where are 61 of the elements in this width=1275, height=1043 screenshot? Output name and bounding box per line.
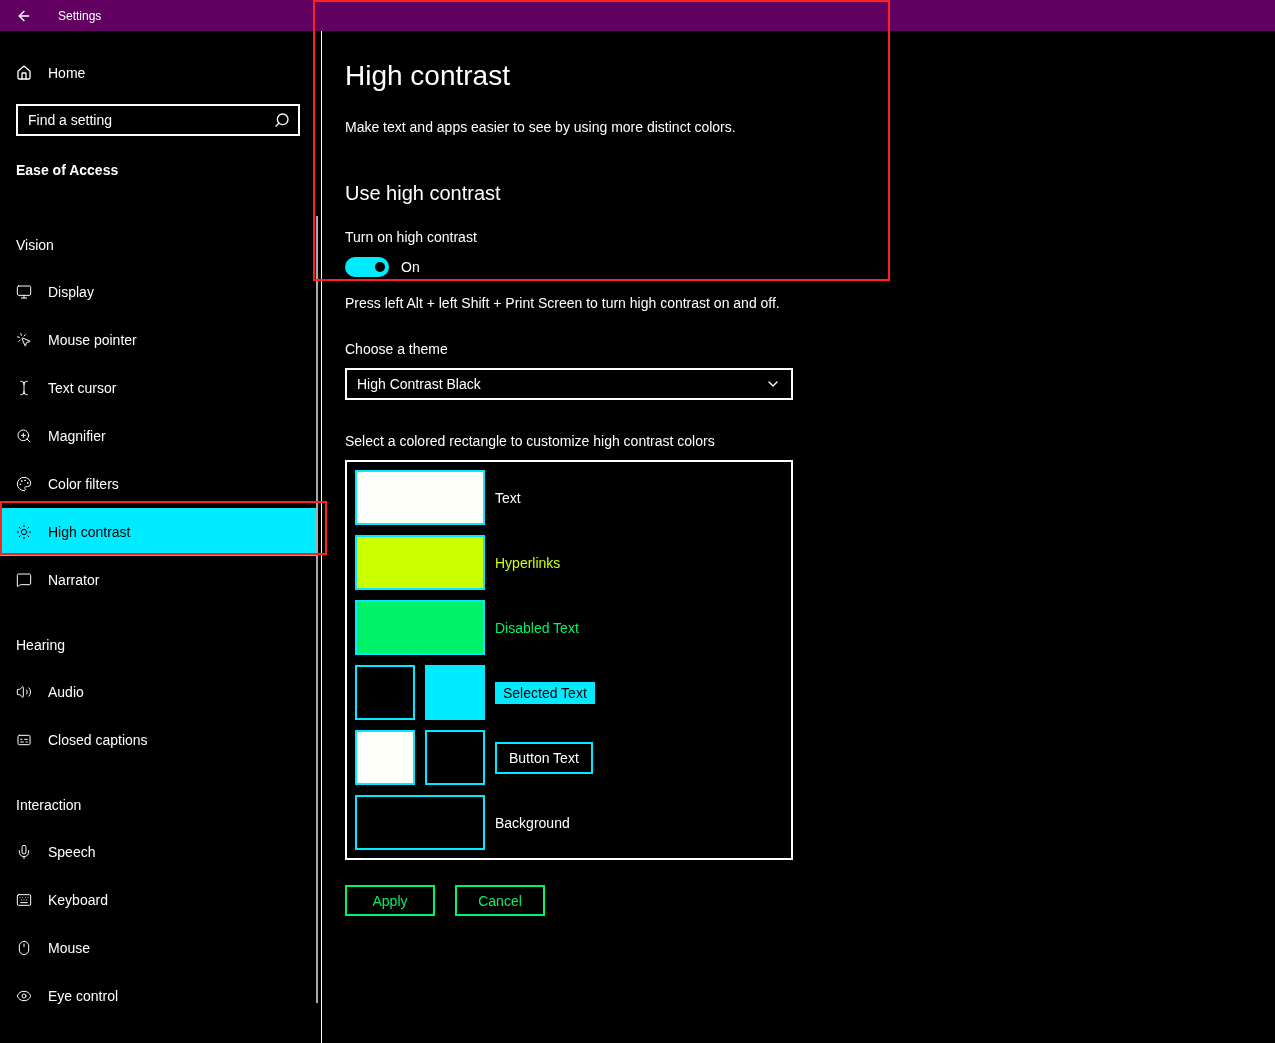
color-label: Text (495, 488, 521, 508)
category-title: Ease of Access (16, 161, 120, 180)
button-text-sample: Button Text (495, 741, 593, 774)
scrollbar[interactable] (316, 216, 318, 1003)
group-heading: Hearing (15, 636, 67, 655)
nav-item[interactable]: Closed captions (0, 716, 316, 764)
color-label: Hyperlinks (495, 553, 561, 573)
color-label: Disabled Text (495, 618, 579, 638)
search-field[interactable]: Find a setting (16, 104, 300, 136)
color-swatch[interactable] (425, 730, 485, 785)
toggle-switch[interactable] (345, 257, 389, 277)
microphone-icon (16, 844, 32, 860)
nav-item[interactable]: Mouse (0, 924, 316, 972)
home-icon (16, 65, 32, 81)
speech-bubble-icon (16, 572, 32, 588)
toggle-state: On (401, 258, 420, 277)
window-title: Settings (58, 7, 102, 24)
toggle-label: Turn on high contrast (345, 228, 478, 247)
page-description: Make text and apps easier to see by using more distinct colors. (345, 118, 737, 137)
page-title: High contrast (345, 59, 511, 93)
nav-item[interactable]: Display (0, 268, 316, 316)
group-heading: Interaction (15, 796, 83, 815)
eye-icon (16, 988, 32, 1004)
color-swatch[interactable] (355, 730, 415, 785)
section-title: Use high contrast (345, 181, 502, 206)
speaker-icon (16, 684, 32, 700)
colors-label: Select a colored rectangle to customize high contrast colors (345, 432, 716, 451)
monitor-icon (16, 284, 32, 300)
nav-item[interactable]: Keyboard (0, 876, 316, 924)
keyboard-icon (16, 892, 32, 908)
color-swatch[interactable] (425, 665, 485, 720)
group-heading: Vision (15, 236, 55, 255)
captions-icon (16, 732, 32, 748)
nav-item[interactable]: Speech (0, 828, 316, 876)
color-swatch[interactable] (355, 795, 485, 850)
nav-item[interactable]: High contrast (0, 508, 316, 556)
shortcut-hint: Press left Alt + left Shift + Print Screen to turn high contrast on and off. (345, 294, 781, 313)
home-link[interactable]: Home (0, 61, 316, 85)
theme-label: Choose a theme (345, 340, 449, 359)
color-swatch[interactable] (355, 535, 485, 590)
sun-icon (16, 524, 32, 540)
color-swatch[interactable] (355, 470, 485, 525)
palette-icon (16, 476, 32, 492)
nav-item[interactable]: Mouse pointer (0, 316, 316, 364)
pointer-icon (16, 332, 32, 348)
selected-text-sample: Selected Text (495, 681, 595, 704)
nav-item[interactable]: Audio (0, 668, 316, 716)
action-button[interactable]: Apply (345, 885, 435, 916)
nav-item[interactable]: Magnifier (0, 412, 316, 460)
color-swatch[interactable] (355, 665, 415, 720)
mouse-icon (16, 940, 32, 956)
color-swatch[interactable] (355, 600, 485, 655)
nav-item[interactable]: Narrator (0, 556, 316, 604)
nav-item[interactable]: Color filters (0, 460, 316, 508)
theme-dropdown[interactable]: High Contrast Black (345, 368, 793, 400)
color-label: Background (495, 813, 570, 833)
search-icon[interactable] (274, 112, 290, 128)
nav-item[interactable]: Eye control (0, 972, 316, 1020)
magnifier-icon (16, 428, 32, 444)
nav-item[interactable]: Text cursor (0, 364, 316, 412)
action-button[interactable]: Cancel (455, 885, 545, 916)
